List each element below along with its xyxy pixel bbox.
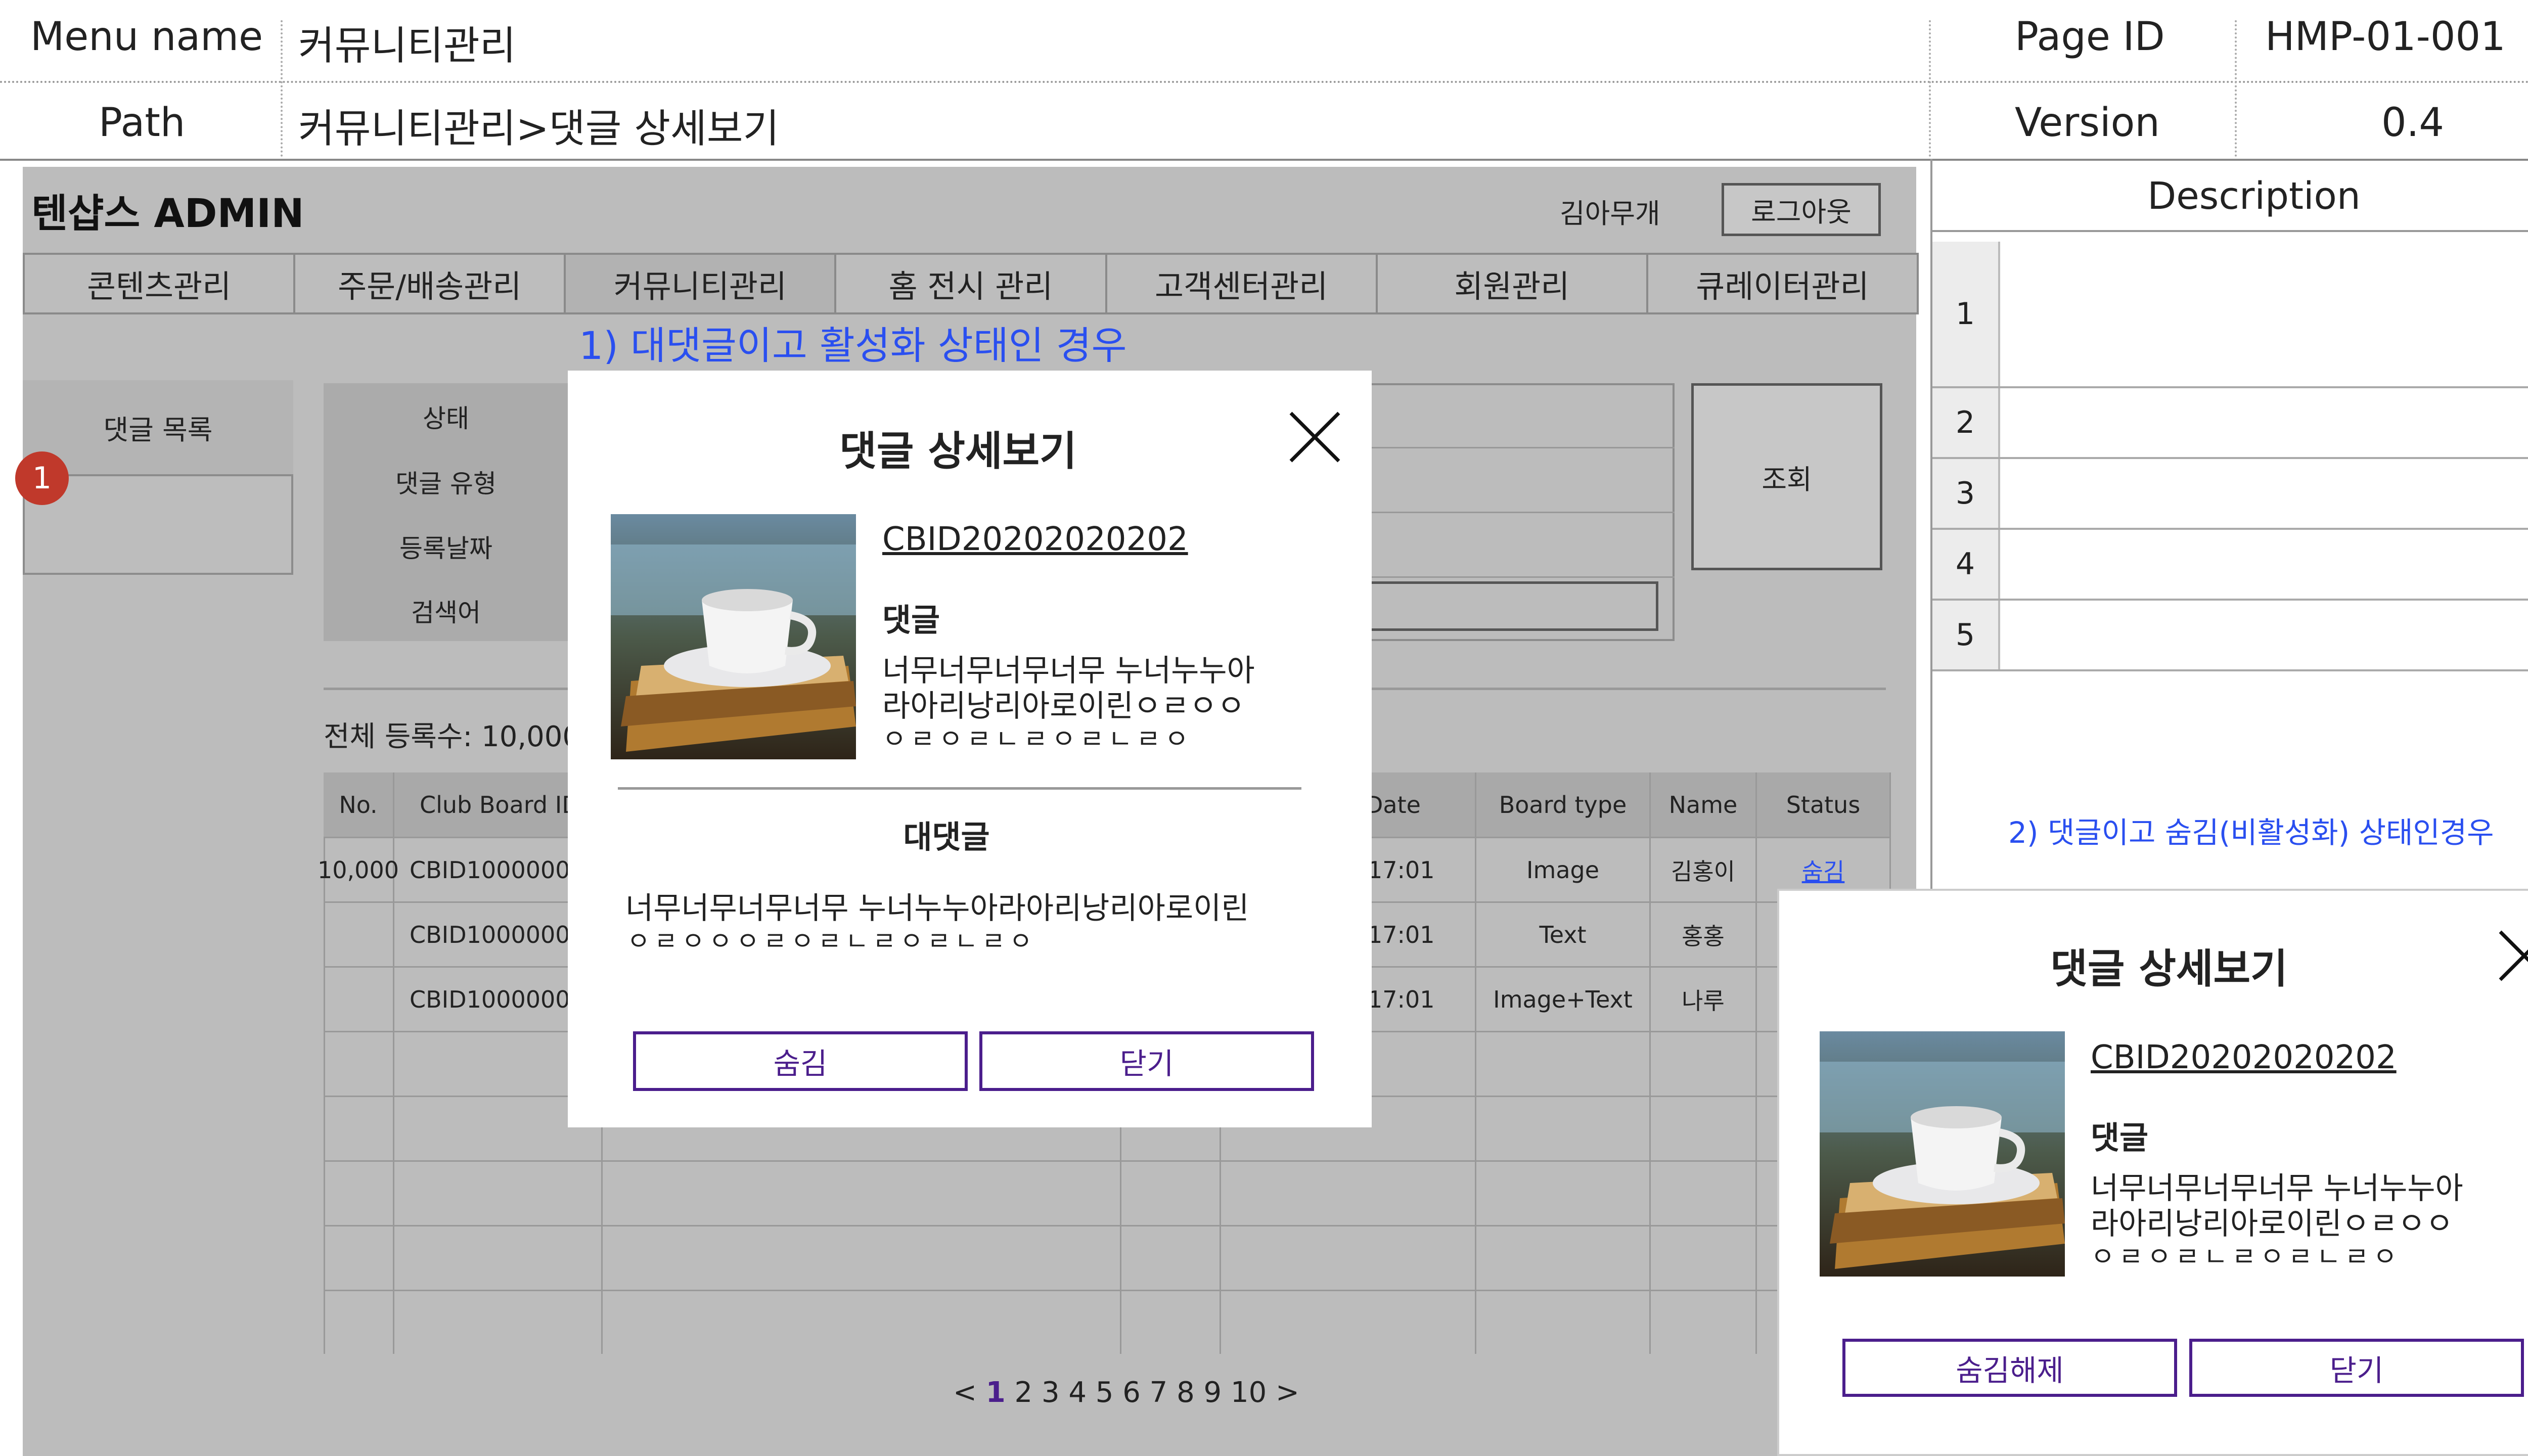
table-col-line (1475, 1032, 1476, 1354)
filter-label-type: 댓글 유형 (395, 469, 496, 498)
board-id-link[interactable]: CBID20202020202 (2091, 1039, 2397, 1076)
table-header-status: Status (1757, 772, 1891, 838)
pagination-current[interactable]: 1 (986, 1376, 1006, 1409)
description-row (1932, 601, 2528, 671)
nav-item-curators[interactable]: 큐레이터관리 (1648, 255, 1917, 312)
reply-label: 대댓글 (903, 818, 990, 855)
table-cell-no (324, 968, 394, 1032)
filter-label-status: 상태 (423, 404, 469, 433)
table-cell-name: 홍홍 (1651, 903, 1757, 968)
menu-name-label: Menu name (30, 14, 263, 60)
table-cell-board-type: Image (1476, 838, 1651, 903)
nav-item-contents[interactable]: 콘텐츠관리 (25, 255, 296, 312)
table-cell-no: 10,000 (318, 838, 399, 903)
close-icon[interactable] (1288, 411, 1341, 464)
logout-button[interactable]: 로그아웃 (1722, 183, 1881, 236)
description-title-border (1932, 230, 2528, 232)
description-row-number: 3 (1932, 459, 2000, 528)
total-count: 전체 등록수: 10,000 (324, 720, 581, 753)
comment-text: ㅇㄹㅇㄹㄴㄹㅇㄹㄴㄹㅇ (2091, 1242, 2402, 1272)
pagination-prev[interactable]: < (953, 1376, 977, 1409)
page-id-label: Page ID (2015, 14, 2165, 60)
table-header-name: Name (1651, 772, 1757, 838)
close-icon[interactable] (2498, 929, 2528, 982)
description-row (1932, 242, 2528, 388)
modal-divider (618, 787, 1301, 790)
version-value: 0.4 (2381, 100, 2445, 146)
description-row (1932, 530, 2528, 601)
table-header-no: No. (324, 772, 394, 838)
description-row-number: 2 (1932, 388, 2000, 457)
description-title: Description (2147, 174, 2361, 218)
modal-title: 댓글 상세보기 (839, 428, 1077, 475)
table-col-line (393, 1032, 394, 1354)
path-value: 커뮤니티관리>댓글 상세보기 (298, 106, 780, 152)
nav-item-orders[interactable]: 주문/배송관리 (295, 255, 566, 312)
description-row-number: 5 (1932, 601, 2000, 669)
comment-label: 댓글 (2091, 1119, 2149, 1156)
nav-item-community[interactable]: 커뮤니티관리 (566, 255, 837, 312)
menu-name-value: 커뮤니티관리 (298, 23, 516, 69)
user-name: 김아무개 (1560, 198, 1660, 230)
pagination-pages[interactable]: 2 3 4 5 6 7 8 9 10 (1015, 1376, 1267, 1409)
description-row-number: 4 (1932, 530, 2000, 599)
table-col-line (1649, 1032, 1651, 1354)
table-col-line (1755, 1032, 1757, 1354)
close-button[interactable]: 닫기 (979, 1031, 1314, 1091)
header-col-divider (1929, 20, 1931, 157)
table-header-board-type: Board type (1476, 772, 1651, 838)
description-row-number: 1 (1932, 242, 2000, 386)
header-divider (0, 81, 2528, 83)
table-cell-no (324, 903, 394, 968)
unhide-button[interactable]: 숨김해제 (1842, 1339, 2177, 1397)
pagination: < 1 2 3 4 5 6 7 8 9 10 > (953, 1376, 1299, 1409)
table-cell-name: 김홍이 (1651, 838, 1757, 903)
nav-item-customer-center[interactable]: 고객센터관리 (1107, 255, 1378, 312)
close-button[interactable]: 닫기 (2189, 1339, 2524, 1397)
hide-button[interactable]: 숨김 (633, 1031, 968, 1091)
main-nav: 콘텐츠관리 주문/배송관리 커뮤니티관리 홈 전시 관리 고객센터관리 회원관리… (23, 253, 1919, 314)
reply-text: ㅇㄹㅇㅇㅇㄹㅇㄹㄴㄹㅇㄹㄴㄹㅇ (627, 927, 1036, 956)
table-cell-board-type: Text (1476, 903, 1651, 968)
annotation-active-reply: 1) 대댓글이고 활성화 상태인 경우 (579, 323, 1127, 368)
annotation-hidden-comment: 2) 댓글이고 숨김(비활성화) 상태인경우 (2008, 815, 2494, 850)
nav-item-home-display[interactable]: 홈 전시 관리 (836, 255, 1107, 312)
nav-item-members[interactable]: 회원관리 (1378, 255, 1648, 312)
comment-photo (1819, 1031, 2065, 1277)
path-label: Path (99, 100, 186, 146)
table-cell-name: 나루 (1651, 968, 1757, 1032)
filter-label-date: 등록날짜 (399, 534, 492, 563)
header-col-divider (2235, 20, 2237, 157)
description-row (1932, 388, 2528, 459)
header-col-divider (281, 20, 283, 157)
admin-logo: 텐샵스 ADMIN (31, 191, 304, 237)
description-row (1932, 459, 2528, 530)
table-cell-board-type: Image+Text (1476, 968, 1651, 1032)
filter-label-keyword: 검색어 (411, 598, 481, 627)
keyword-input[interactable] (1365, 581, 1658, 631)
page-id-value: HMP-01-001 (2265, 14, 2506, 60)
version-label: Version (2015, 100, 2160, 146)
modal-title: 댓글 상세보기 (2050, 945, 2288, 992)
search-button[interactable]: 조회 (1691, 383, 1882, 570)
comment-text: ㅇㄹㅇㄹㄴㄹㅇㄹㄴㄹㅇ (882, 724, 1193, 755)
comment-photo (611, 514, 856, 759)
step-marker: 1 (15, 451, 69, 505)
pagination-next[interactable]: > (1276, 1376, 1299, 1409)
comment-label: 댓글 (882, 602, 940, 639)
board-id-link[interactable]: CBID20202020202 (882, 521, 1188, 558)
header-bottom-border (0, 159, 2528, 161)
